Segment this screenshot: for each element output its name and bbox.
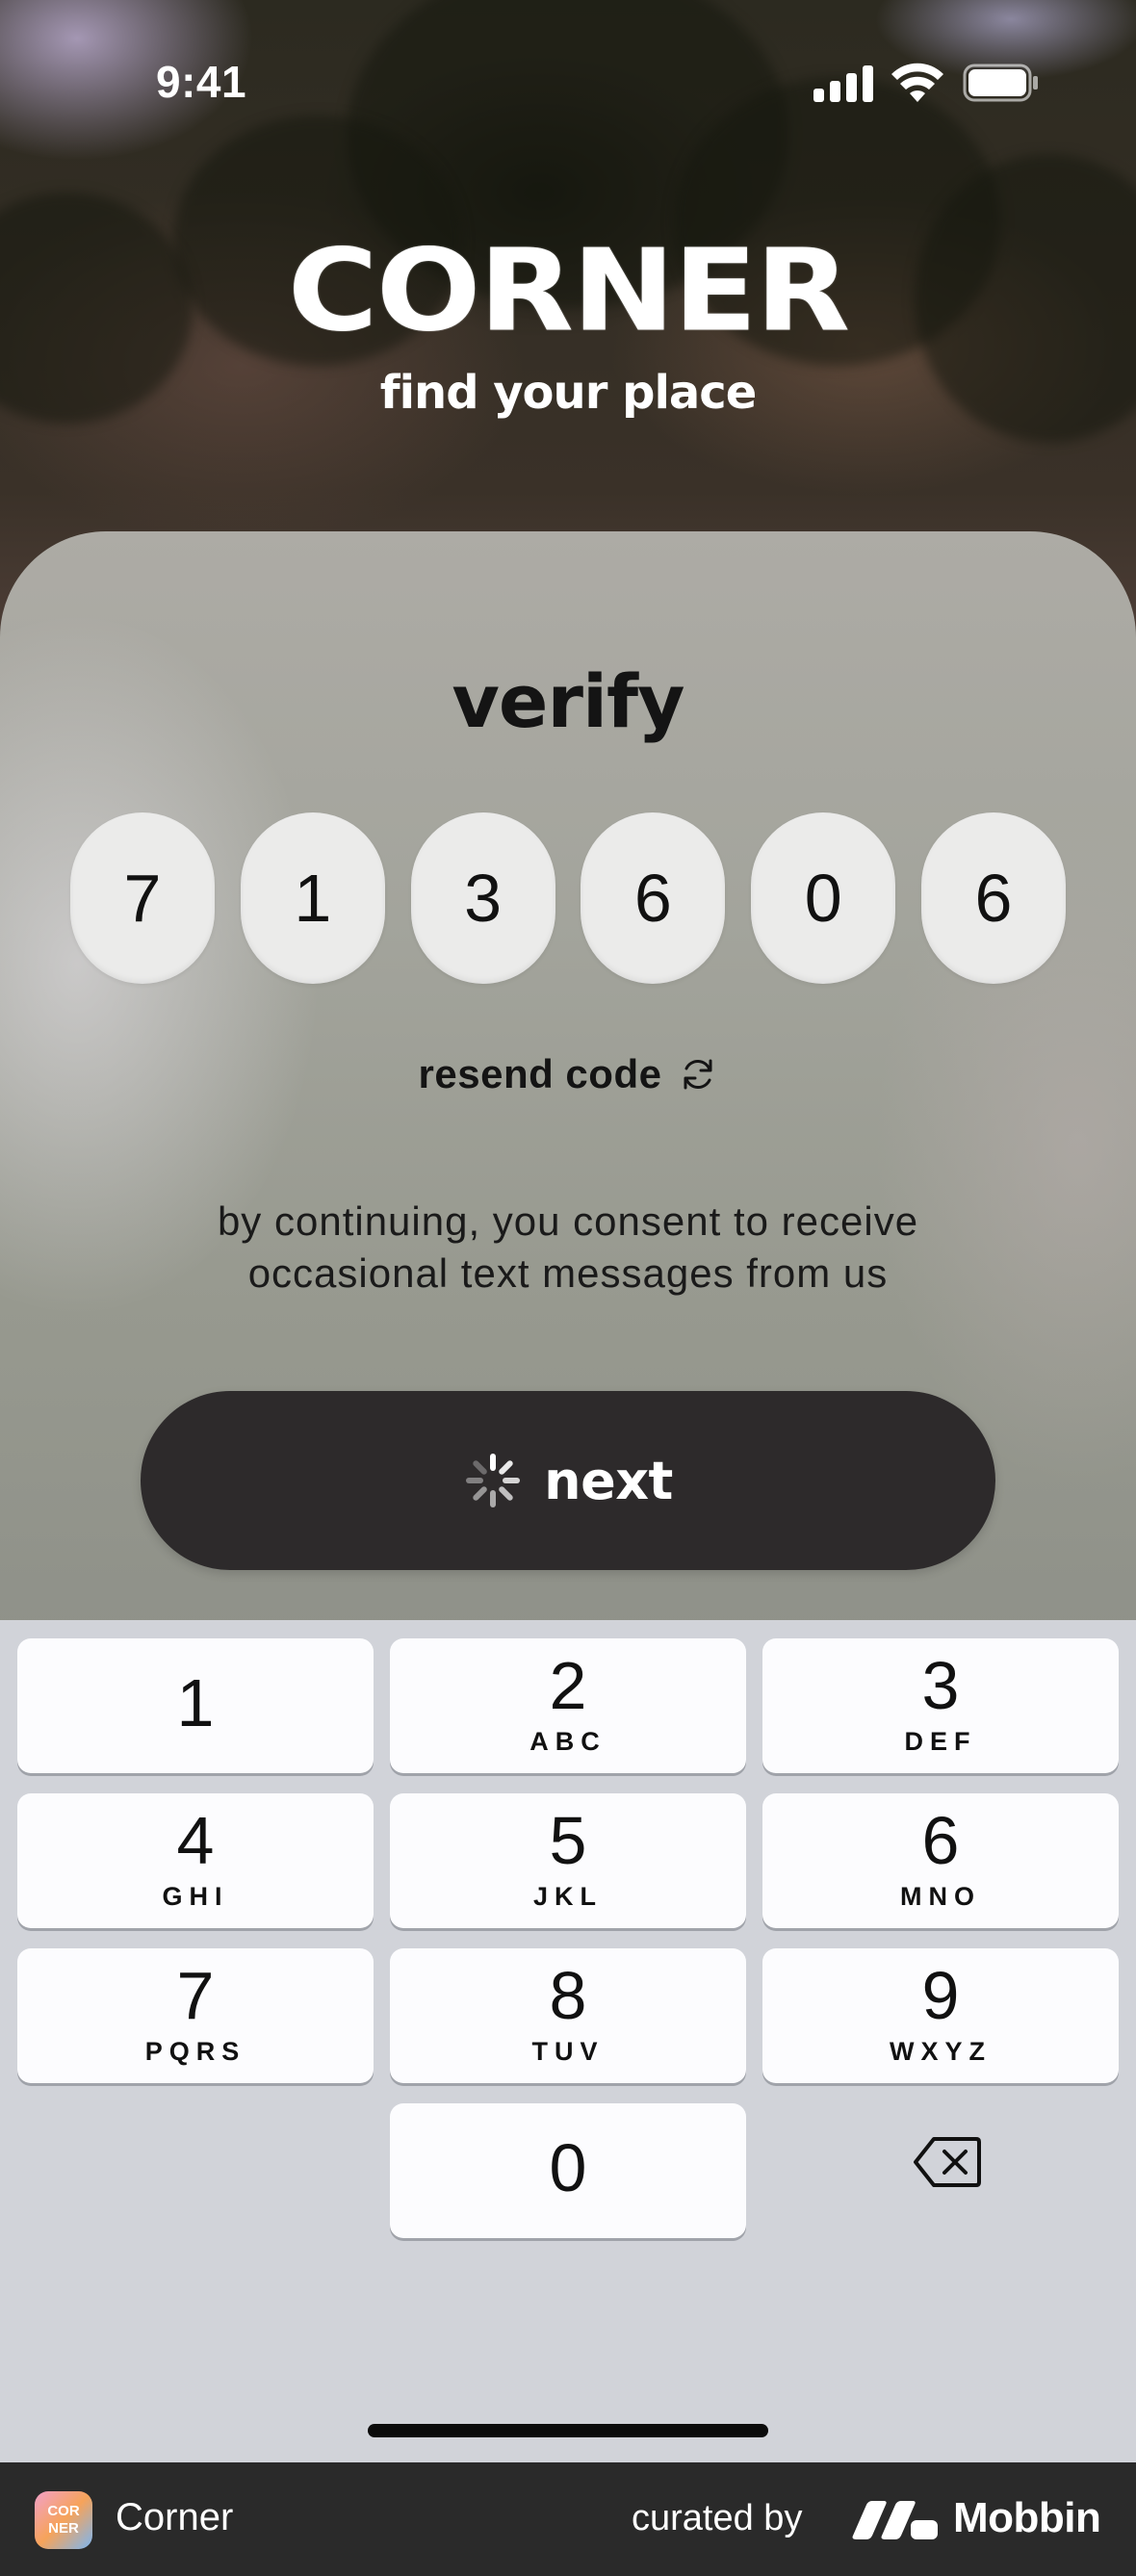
code-digit-box[interactable]: 0 (751, 812, 896, 984)
key-letters: MNO (900, 1882, 981, 1911)
keypad-key-5[interactable]: 5 JKL (390, 1793, 746, 1928)
key-number: 1 (176, 1665, 215, 1740)
next-button-label: next (544, 1450, 673, 1511)
brand-tagline: find your place (379, 366, 758, 420)
key-letters: DEF (904, 1727, 977, 1756)
home-indicator[interactable] (368, 2424, 768, 2437)
keypad-key-6[interactable]: 6 MNO (762, 1793, 1119, 1928)
resend-code-button[interactable]: resend code (0, 1051, 1136, 1097)
mobbin-name: Mobbin (953, 2494, 1101, 2541)
app-icon: COR NER (35, 2491, 92, 2549)
consent-line-1: by continuing, you consent to receive (217, 1198, 919, 1244)
keypad-key-4[interactable]: 4 GHI (17, 1793, 374, 1928)
key-number: 7 (176, 1958, 215, 2033)
keypad-key-2[interactable]: 2 ABC (390, 1638, 746, 1773)
app-name: Corner (116, 2496, 234, 2538)
code-digit-box[interactable]: 1 (240, 812, 385, 984)
key-letters: PQRS (144, 2037, 246, 2066)
keypad-key-8[interactable]: 8 TUV (390, 1948, 746, 2083)
key-letters: JKL (532, 1882, 603, 1911)
key-letters: TUV (531, 2037, 605, 2066)
keypad-key-9[interactable]: 9 WXYZ (762, 1948, 1119, 2083)
key-number: 6 (921, 1803, 960, 1878)
key-number: 5 (549, 1803, 587, 1878)
key-letters: WXYZ (890, 2037, 992, 2066)
wifi-icon (891, 63, 943, 102)
brand-logo: CORNER (287, 224, 850, 358)
key-number: 0 (549, 2130, 587, 2205)
key-number: 3 (921, 1648, 960, 1723)
curated-by-label: curated by (632, 2498, 803, 2538)
verify-title: verify (452, 658, 684, 744)
key-number: 9 (921, 1958, 960, 2033)
next-button[interactable]: next (141, 1391, 995, 1570)
consent-text: by continuing, you consent to receive oc… (0, 1196, 1136, 1300)
code-digit-box[interactable]: 6 (920, 812, 1066, 984)
consent-line-2: occasional text messages from us (247, 1250, 889, 1296)
keypad-key-1[interactable]: 1 (17, 1638, 374, 1773)
backspace-icon[interactable] (913, 2135, 982, 2189)
battery-icon (963, 64, 1038, 102)
code-input-row[interactable]: 7 1 3 6 0 6 (70, 812, 1066, 984)
refresh-icon (684, 1059, 712, 1090)
code-digit-box[interactable]: 7 (70, 812, 215, 984)
code-digit-box[interactable]: 3 (410, 812, 555, 984)
keypad-key-3[interactable]: 3 DEF (762, 1638, 1119, 1773)
mobbin-logo-icon (852, 2501, 938, 2539)
footer-bar: COR NER Corner curated by Mobbin (0, 2462, 1136, 2576)
key-number: 4 (176, 1803, 215, 1878)
code-digit-box[interactable]: 6 (581, 812, 726, 984)
resend-code-label: resend code (418, 1051, 662, 1096)
key-number: 8 (549, 1958, 587, 2033)
status-time: 9:41 (156, 57, 247, 107)
key-letters: ABC (529, 1727, 607, 1756)
key-number: 2 (549, 1648, 587, 1723)
cellular-signal-icon (813, 64, 873, 102)
loading-spinner-icon (466, 1454, 521, 1507)
keypad-key-0[interactable]: 0 (390, 2103, 746, 2238)
verify-card: verify 7 1 3 6 0 6 resend code by contin… (0, 531, 1136, 1636)
status-bar: 9:41 (0, 0, 1136, 164)
keypad-key-7[interactable]: 7 PQRS (17, 1948, 374, 2083)
key-letters: GHI (162, 1882, 229, 1911)
